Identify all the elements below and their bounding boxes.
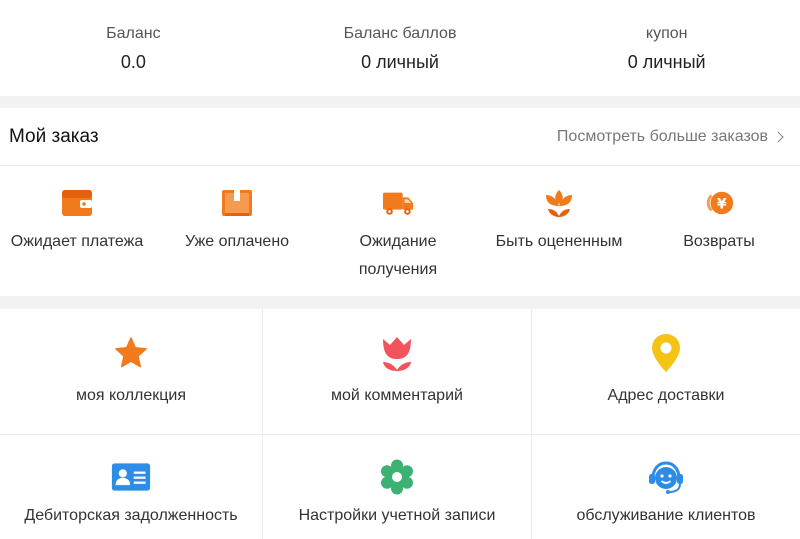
customer-service-button[interactable]: обслуживание клиентов (532, 435, 800, 539)
cell-label: Дебиторская задолженность (24, 507, 238, 524)
svg-text:¥: ¥ (717, 197, 727, 213)
star-icon (111, 333, 151, 373)
status-label: Ожидает платежа (10, 233, 144, 250)
points-balance-value: 0 личный (361, 52, 439, 72)
status-label: Уже оплачено (184, 233, 290, 250)
view-more-orders-label: Посмотреть больше заказов (556, 127, 768, 145)
status-to-be-rated[interactable]: Быть оцененным (484, 187, 634, 256)
id-card-icon (111, 459, 151, 495)
wallet-icon (61, 187, 93, 219)
my-collection-button[interactable]: моя коллекция (0, 309, 262, 434)
status-label: Быть оцененным (495, 233, 623, 250)
status-awaiting-receipt[interactable]: Ожидание получения (333, 187, 463, 284)
delivery-address-button[interactable]: Адрес доставки (532, 309, 800, 434)
order-title: Мой заказ (9, 125, 99, 147)
cell-label: моя коллекция (75, 387, 187, 404)
order-status-row: Ожидает платежа Уже оплачено Ожидание по… (0, 167, 800, 296)
balance-value: 0.0 (120, 52, 146, 72)
flower-icon (543, 187, 575, 219)
status-awaiting-payment[interactable]: Ожидает платежа (0, 187, 154, 256)
account-settings-button[interactable]: Настройки учетной записи (263, 435, 531, 539)
truck-icon (382, 187, 414, 219)
balance-label: Баланс (106, 25, 161, 42)
cell-label: обслуживание клиентов (576, 507, 756, 524)
section-divider (0, 96, 800, 108)
gear-icon (377, 459, 417, 495)
coupon-label: купон (645, 25, 688, 42)
receivables-button[interactable]: Дебиторская задолженность (0, 435, 262, 539)
section-divider (0, 296, 800, 309)
order-header: Мой заказ Посмотреть больше заказов (0, 108, 800, 166)
cell-label: Адрес доставки (607, 387, 725, 404)
status-label: Возвраты (683, 233, 755, 250)
yen-refund-icon: ¥ (703, 187, 735, 219)
tulip-icon (377, 333, 417, 373)
status-label: Ожидание получения (358, 233, 438, 278)
status-paid[interactable]: Уже оплачено (168, 187, 306, 256)
status-returns[interactable]: ¥ Возвраты (656, 187, 782, 256)
points-balance-label: Баланс баллов (343, 25, 457, 42)
chevron-right-icon (772, 131, 784, 143)
cell-label: мой комментарий (331, 387, 463, 404)
view-more-orders-link[interactable]: Посмотреть больше заказов (556, 127, 784, 146)
balance-item[interactable]: Баланс 0.0 (0, 0, 267, 96)
points-balance-item[interactable]: Баланс баллов 0 личный (267, 0, 534, 96)
cell-label: Настройки учетной записи (298, 507, 496, 524)
services-grid: моя коллекция мой комментарий Адрес дост… (0, 309, 800, 539)
coupon-item[interactable]: купон 0 личный (533, 0, 800, 96)
balance-row: Баланс 0.0 Баланс баллов 0 личный купон … (0, 0, 800, 96)
location-pin-icon (646, 333, 686, 373)
headset-icon (646, 459, 686, 495)
package-icon (221, 187, 253, 219)
my-comments-button[interactable]: мой комментарий (263, 309, 531, 434)
coupon-value: 0 личный (627, 52, 706, 72)
